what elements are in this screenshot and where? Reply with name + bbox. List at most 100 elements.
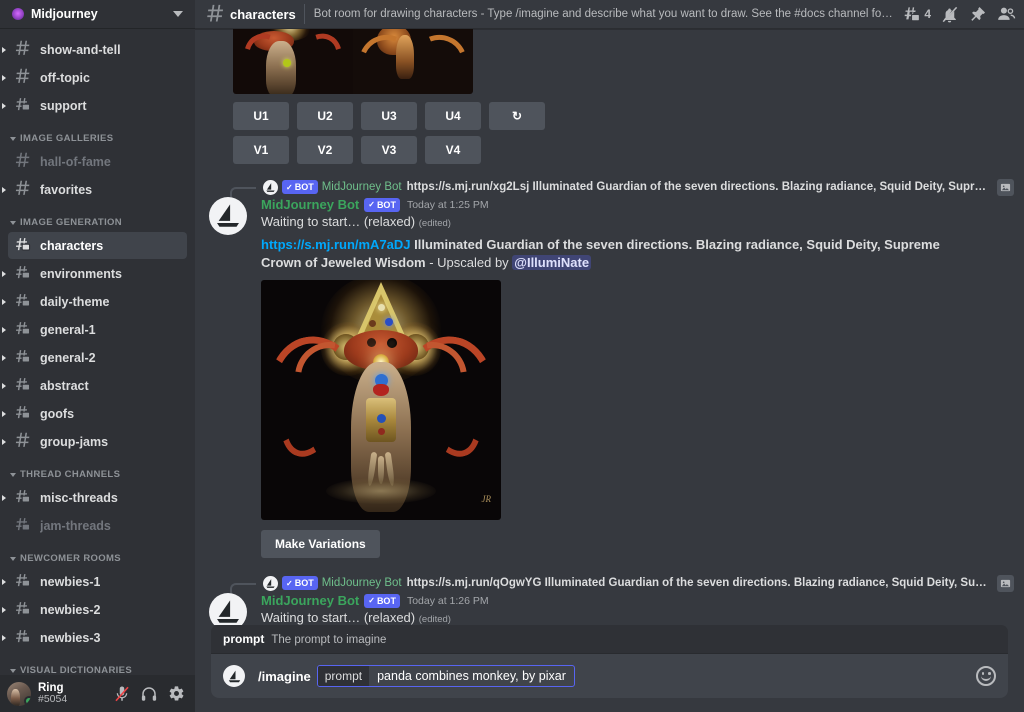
gear-icon[interactable] xyxy=(163,681,189,707)
sidebar-item-label: general-2 xyxy=(40,351,96,365)
sidebar-item-daily-theme[interactable]: daily-theme xyxy=(8,288,187,315)
sidebar-item-general-2[interactable]: general-2 xyxy=(8,344,187,371)
sidebar-item-group-jams[interactable]: group-jams xyxy=(8,428,187,455)
message-timestamp: Today at 1:26 PM xyxy=(407,595,489,607)
chevron-down-icon xyxy=(10,137,16,141)
category-header[interactable]: IMAGE GALLERIES xyxy=(0,120,195,147)
chevron-right-icon xyxy=(2,607,6,613)
avatar[interactable] xyxy=(209,197,247,235)
command-option-chip[interactable]: prompt panda combines monkey, by pixar xyxy=(317,665,575,687)
sidebar-item-support[interactable]: support xyxy=(8,92,187,119)
forum-hash-icon xyxy=(14,516,34,536)
make-variations-button[interactable]: Make Variations xyxy=(261,530,380,558)
upscale-button-u4[interactable]: U4 xyxy=(425,102,481,130)
chevron-right-icon xyxy=(2,299,6,305)
message-author[interactable]: MidJourney Bot xyxy=(261,197,359,212)
user-mention[interactable]: @IllumiNate xyxy=(512,255,591,270)
message-header: MidJourney Bot ✓ BOT Today at 1:26 PM xyxy=(261,593,1014,608)
variation-button-v4[interactable]: V4 xyxy=(425,136,481,164)
sidebar-item-environments[interactable]: environments xyxy=(8,260,187,287)
sidebar-item-abstract[interactable]: abstract xyxy=(8,372,187,399)
reply-spine xyxy=(230,583,256,593)
message-composer[interactable]: /imagine prompt panda combines monkey, b… xyxy=(211,654,1008,698)
chevron-down-icon xyxy=(10,669,16,673)
upscale-button-u1[interactable]: U1 xyxy=(233,102,289,130)
message: MidJourney Bot ✓ BOT Today at 1:26 PM Wa… xyxy=(195,593,1014,625)
upscale-result-text: https://s.mj.run/mA7aDJ Illuminated Guar… xyxy=(261,236,961,272)
user-panel-icons xyxy=(109,681,189,707)
user-meta[interactable]: Ring #5054 xyxy=(38,682,109,705)
sidebar-item-label: abstract xyxy=(40,379,89,393)
grid-image-message xyxy=(195,29,1024,94)
sidebar-item-misc-threads[interactable]: misc-threads xyxy=(8,484,187,511)
category-header[interactable]: IMAGE GENERATION xyxy=(0,204,195,231)
sidebar-item-off-topic[interactable]: off-topic xyxy=(8,64,187,91)
server-header[interactable]: Midjourney xyxy=(0,0,195,29)
artist-signature: JR xyxy=(482,494,492,504)
sidebar-item-goofs[interactable]: goofs xyxy=(8,400,187,427)
channel-header: characters Bot room for drawing characte… xyxy=(195,0,1024,29)
upscale-button-u2[interactable]: U2 xyxy=(297,102,353,130)
avatar[interactable] xyxy=(209,593,247,625)
sidebar-item-label: off-topic xyxy=(40,71,90,85)
avatar[interactable] xyxy=(7,682,31,706)
hash-icon xyxy=(14,432,34,452)
verified-check-icon: ✓ xyxy=(368,596,375,605)
job-link[interactable]: https://s.mj.run/mA7aDJ xyxy=(261,237,411,252)
reply-reference[interactable]: ✓ BOT MidJourney Bot https://s.mj.run/qO… xyxy=(195,574,1014,592)
category-header[interactable]: NEWCOMER ROOMS xyxy=(0,540,195,567)
sidebar-item-newbies-2[interactable]: newbies-2 xyxy=(8,596,187,623)
sidebar-item-show-and-tell[interactable]: show-and-tell xyxy=(8,36,187,63)
message-timestamp: Today at 1:25 PM xyxy=(407,199,489,211)
sidebar-item-favorites[interactable]: favorites xyxy=(8,176,187,203)
variation-button-v1[interactable]: V1 xyxy=(233,136,289,164)
sidebar-item-newbies-1[interactable]: newbies-1 xyxy=(8,568,187,595)
variation-button-v3[interactable]: V3 xyxy=(361,136,417,164)
sidebar-item-label: newbies-2 xyxy=(40,603,100,617)
channel-sidebar: Midjourney show-and-tell off-topic support… xyxy=(0,0,195,712)
upscale-button-u3[interactable]: U3 xyxy=(361,102,417,130)
edited-marker: (edited) xyxy=(419,614,451,625)
headphones-icon[interactable] xyxy=(136,681,162,707)
search-input[interactable]: panda combines monkey, by pixar xyxy=(369,666,574,686)
mic-muted-icon[interactable] xyxy=(109,681,135,707)
image-grid-thumbnail[interactable] xyxy=(233,29,473,94)
sidebar-item-label: favorites xyxy=(40,183,92,197)
forum-hash-icon xyxy=(14,292,34,312)
user-discriminator: #5054 xyxy=(38,694,109,705)
sidebar-item-characters[interactable]: characters xyxy=(8,232,187,259)
composer-area: prompt The prompt to imagine /imagine pr… xyxy=(195,625,1024,712)
category-header[interactable]: VISUAL DICTIONARIES xyxy=(0,652,195,675)
sidebar-item-jam-threads[interactable]: jam-threads xyxy=(8,512,187,539)
sidebar-item-general-1[interactable]: general-1 xyxy=(8,316,187,343)
image-attachment-icon xyxy=(997,575,1014,592)
message: MidJourney Bot ✓ BOT Today at 1:25 PM Wa… xyxy=(195,197,1014,558)
channel-topic[interactable]: Bot room for drawing characters - Type /… xyxy=(314,8,895,20)
chevron-right-icon xyxy=(2,75,6,81)
message-author[interactable]: MidJourney Bot xyxy=(261,593,359,608)
chevron-down-icon xyxy=(10,473,16,477)
sidebar-item-hall-of-fame[interactable]: hall-of-fame xyxy=(8,148,187,175)
bell-off-icon[interactable] xyxy=(940,5,959,24)
reply-author[interactable]: MidJourney Bot xyxy=(322,181,402,193)
artwork-attachment: JR xyxy=(261,280,1014,520)
refresh-icon[interactable]: ↻ xyxy=(489,102,545,130)
category-header[interactable]: THREAD CHANNELS xyxy=(0,456,195,483)
sidebar-item-newbies-3[interactable]: newbies-3 xyxy=(8,624,187,651)
generated-image[interactable]: JR xyxy=(261,280,501,520)
pin-icon[interactable] xyxy=(968,5,987,24)
members-icon[interactable] xyxy=(996,4,1016,24)
threads-icon[interactable]: 4 xyxy=(902,5,931,24)
bot-badge: ✓ BOT xyxy=(364,594,400,608)
emoji-icon[interactable] xyxy=(976,666,996,686)
avatar xyxy=(223,665,245,687)
sidebar-item-label: environments xyxy=(40,267,122,281)
reply-reference[interactable]: ✓ BOT MidJourney Bot https://s.mj.run/xg… xyxy=(195,178,1014,196)
variation-button-v2[interactable]: V2 xyxy=(297,136,353,164)
chevron-down-icon[interactable] xyxy=(173,11,183,17)
server-badge-icon xyxy=(12,8,24,20)
forum-hash-icon xyxy=(14,572,34,592)
message-text: Waiting to start… (relaxed) (edited) xyxy=(261,213,1014,231)
verified-check-icon: ✓ xyxy=(368,200,375,209)
reply-author[interactable]: MidJourney Bot xyxy=(322,577,402,589)
